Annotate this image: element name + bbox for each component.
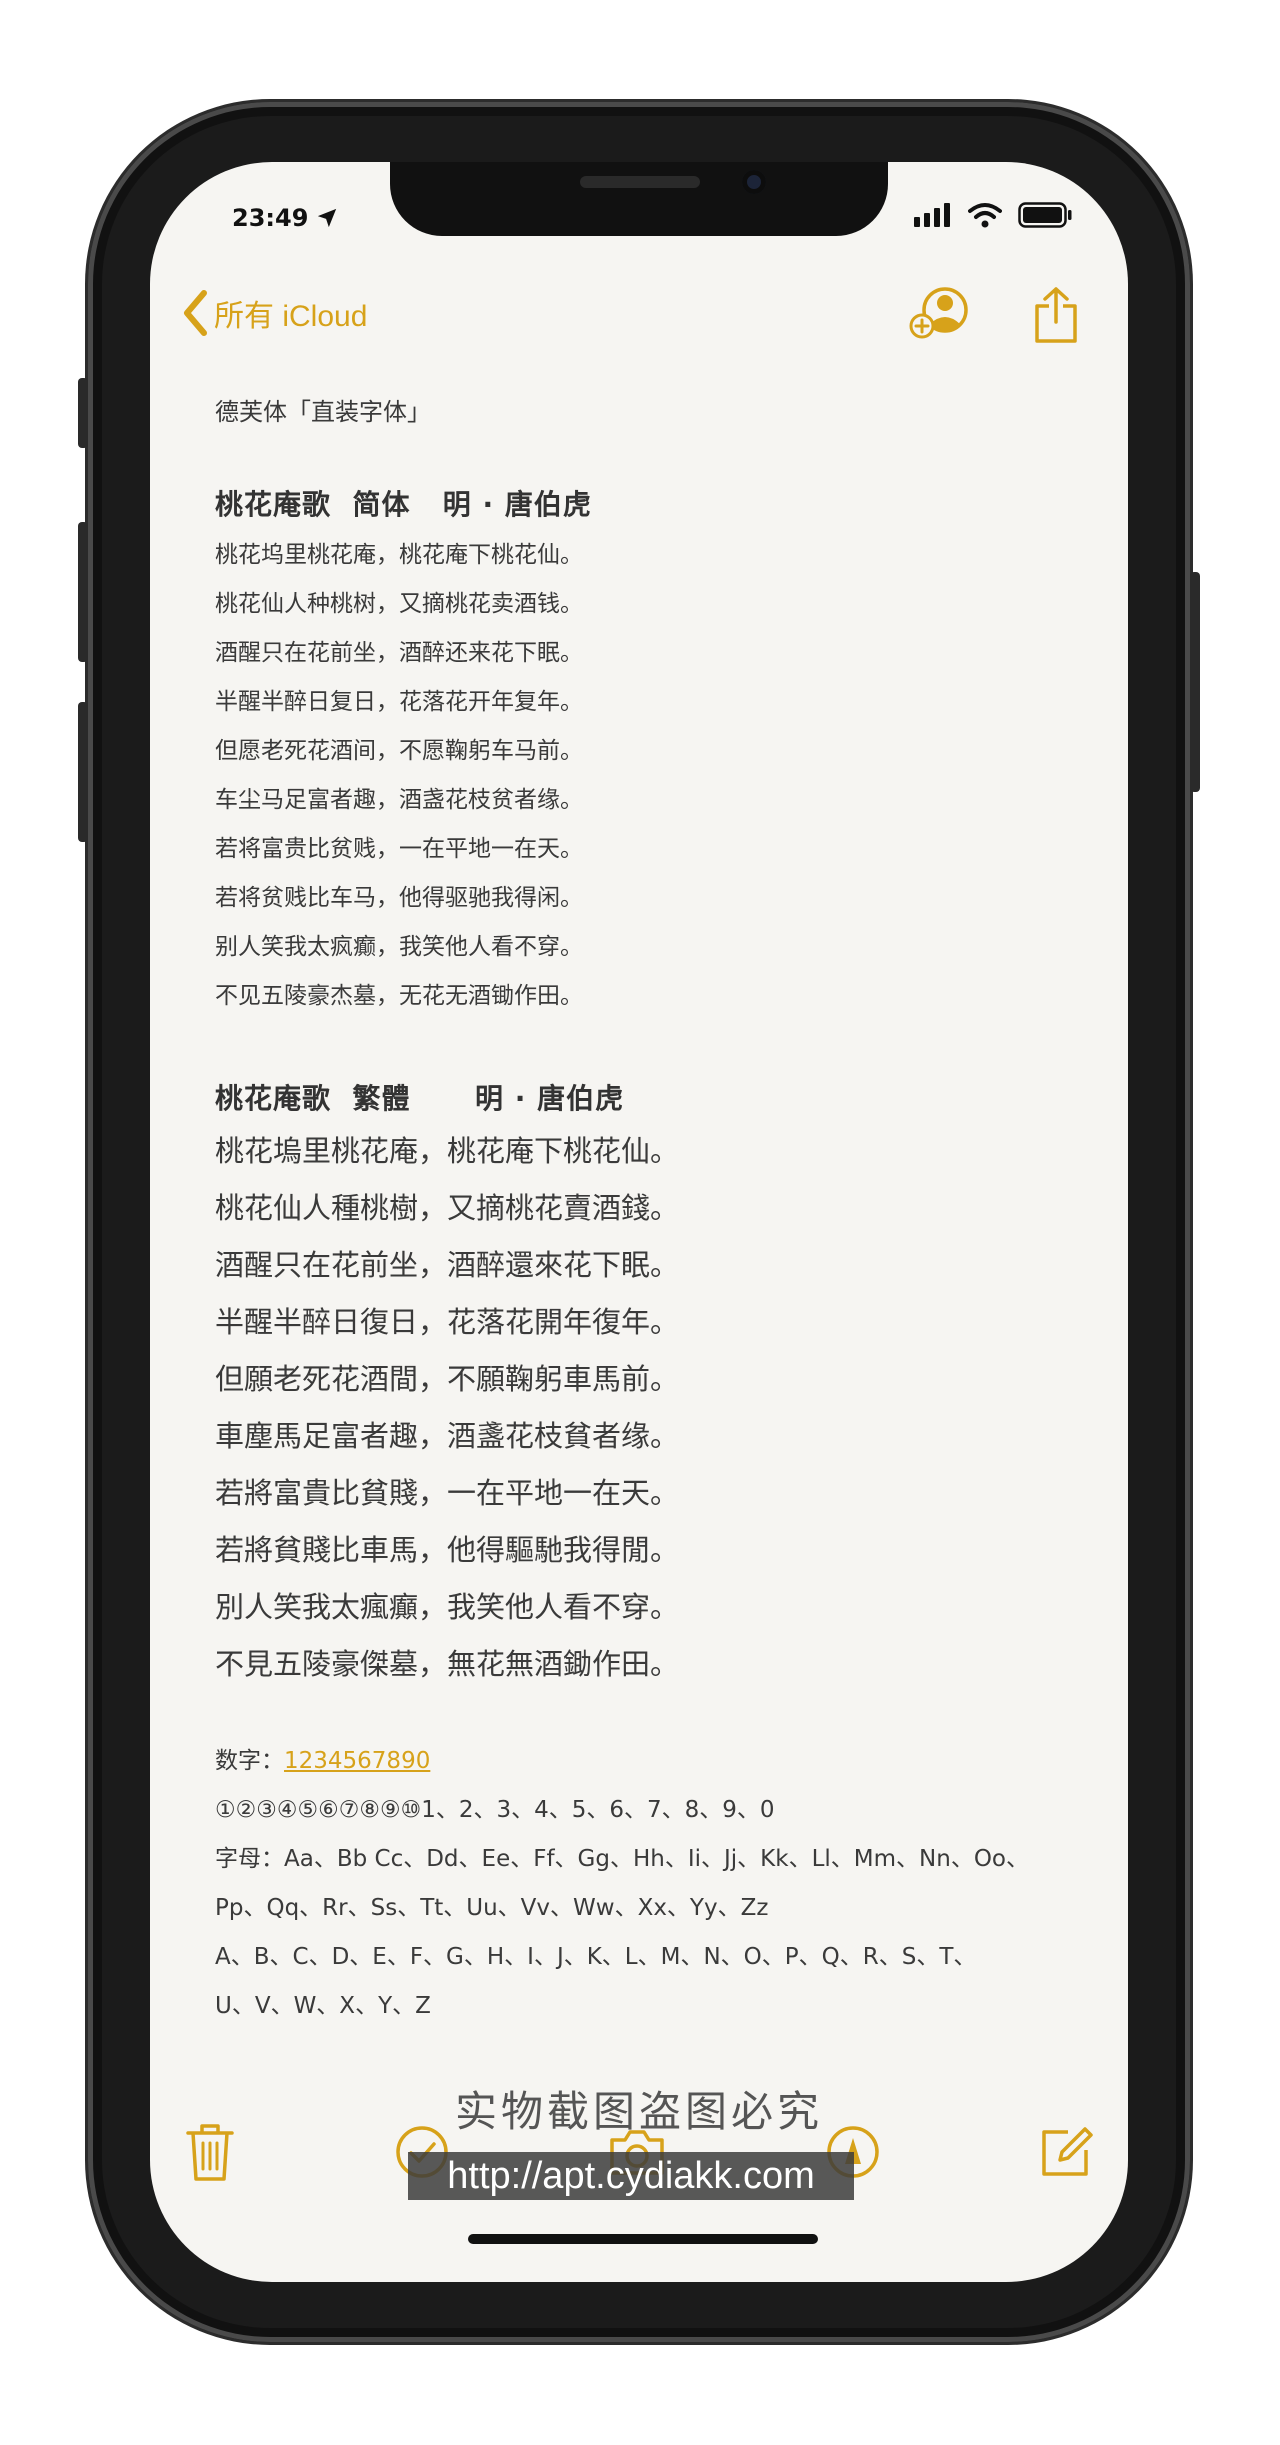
- poem-line: 半醒半醉日复日，花落花开年复年。: [215, 689, 583, 715]
- poem-line: 桃花仙人种桃树，又摘桃花卖酒钱。: [215, 591, 583, 617]
- note-title: 德芙体「直装字体」: [215, 398, 431, 426]
- note-body[interactable]: 德芙体「直装字体」 桃花庵歌 简体 明 · 唐伯虎 桃花坞里桃花庵，桃花庵下桃花…: [215, 392, 1088, 2031]
- poem-line: 桃花坞里桃花庵，桃花庵下桃花仙。: [215, 542, 583, 568]
- poem-line: 不见五陵豪杰墓，无花无酒锄作田。: [215, 983, 583, 1009]
- poem-line: 但愿老死花酒间，不愿鞠躬车马前。: [215, 738, 583, 764]
- poem-line: 桃花仙人種桃樹，又摘桃花賣酒錢。: [215, 1191, 680, 1225]
- uppercase-line: U、V、W、X、Y、Z: [215, 1993, 431, 2019]
- poem-traditional: 桃花庵歌 繁體 明 · 唐伯虎 桃花塢里桃花庵，桃花庵下桃花仙。 桃花仙人種桃樹…: [215, 1077, 1088, 1693]
- watermark-text: 实物截图盗图必究: [454, 2087, 823, 2136]
- poem-line: 別人笑我太瘋癲，我笑他人看不穿。: [215, 1590, 680, 1624]
- poem-line: 车尘马足富者趣，酒盏花枝贫者缘。: [215, 787, 583, 813]
- poem-line: 半醒半醉日復日，花落花開年復年。: [215, 1305, 680, 1339]
- add-person-icon[interactable]: [908, 286, 972, 342]
- battery-icon: [1018, 202, 1072, 228]
- nav-actions: [908, 286, 1080, 344]
- digits-line: 数字：1234567890: [215, 1737, 1088, 1786]
- digits-label: 数字：: [215, 1748, 284, 1774]
- poem-line: 若将富贵比贫贱，一在平地一在天。: [215, 836, 583, 862]
- home-indicator[interactable]: [468, 2234, 818, 2244]
- poem-line: 若將貧賤比車馬，他得驅馳我得閒。: [215, 1533, 680, 1567]
- side-button: [1190, 572, 1200, 792]
- uppercase-line: A、B、C、D、E、F、G、H、I、J、K、L、M、N、O、P、Q、R、S、T、: [215, 1944, 977, 1970]
- notch: [390, 162, 888, 236]
- poem-line: 酒醒只在花前坐，酒醉還來花下眠。: [215, 1248, 680, 1282]
- mute-switch: [78, 378, 88, 448]
- poem-line: 但願老死花酒間，不願鞠躬車馬前。: [215, 1362, 680, 1396]
- poem-simplified: 桃花庵歌 简体 明 · 唐伯虎 桃花坞里桃花庵，桃花庵下桃花仙。 桃花仙人种桃树…: [215, 483, 1088, 1021]
- status-icons: [914, 202, 1072, 228]
- poem-line: 酒醒只在花前坐，酒醉还来花下眠。: [215, 640, 583, 666]
- screen: 23:49 所有 iCloud 德芙体「直装字体」 桃花庵歌 简体 明 · 唐伯…: [150, 162, 1128, 2282]
- poem-line: 桃花塢里桃花庵，桃花庵下桃花仙。: [215, 1134, 680, 1168]
- cellular-signal-icon: [914, 203, 950, 227]
- poem-line: 别人笑我太疯癫，我笑他人看不穿。: [215, 934, 583, 960]
- poem-heading: 桃花庵歌 简体 明 · 唐伯虎: [215, 488, 592, 521]
- poem-line: 若将贫贱比车马，他得驱驰我得闲。: [215, 885, 583, 911]
- letters-line: Pp、Qq、Rr、Ss、Tt、Uu、Vv、Ww、Xx、Yy、Zz: [215, 1895, 769, 1921]
- back-label: 所有 iCloud: [214, 300, 368, 333]
- speaker: [580, 176, 700, 188]
- volume-up-button: [78, 522, 88, 662]
- camera-icon: [742, 170, 766, 194]
- wifi-icon: [968, 203, 1002, 228]
- digits-link[interactable]: 1234567890: [284, 1748, 430, 1774]
- poem-line: 不見五陵豪傑墓，無花無酒鋤作田。: [215, 1647, 680, 1681]
- watermark-url: http://apt.cydiakk.com: [408, 2152, 854, 2200]
- back-button[interactable]: 所有 iCloud: [182, 290, 367, 336]
- chevron-left-icon: [184, 290, 207, 336]
- poem-line: 車塵馬足富者趣，酒盞花枝貧者缘。: [215, 1419, 680, 1453]
- letters-line: 字母：Aa、Bb Cc、Dd、Ee、Ff、Gg、Hh、Ii、Jj、Kk、Ll、M…: [215, 1846, 1029, 1872]
- volume-down-button: [78, 702, 88, 842]
- location-arrow-icon: [318, 208, 337, 228]
- share-icon[interactable]: [1032, 286, 1080, 344]
- numbers-line: ①②③④⑤⑥⑦⑧⑨⑩1、2、3、4、5、6、7、8、9、0: [215, 1797, 775, 1823]
- poem-line: 若將富貴比貧賤，一在平地一在天。: [215, 1476, 680, 1510]
- status-time: 23:49: [232, 204, 338, 232]
- character-samples: 数字：1234567890 ①②③④⑤⑥⑦⑧⑨⑩1、2、3、4、5、6、7、8、…: [215, 1737, 1088, 2031]
- phone-frame: 23:49 所有 iCloud 德芙体「直装字体」 桃花庵歌 简体 明 · 唐伯…: [78, 102, 1200, 2342]
- poem-heading: 桃花庵歌 繁體 明 · 唐伯虎: [215, 1082, 625, 1115]
